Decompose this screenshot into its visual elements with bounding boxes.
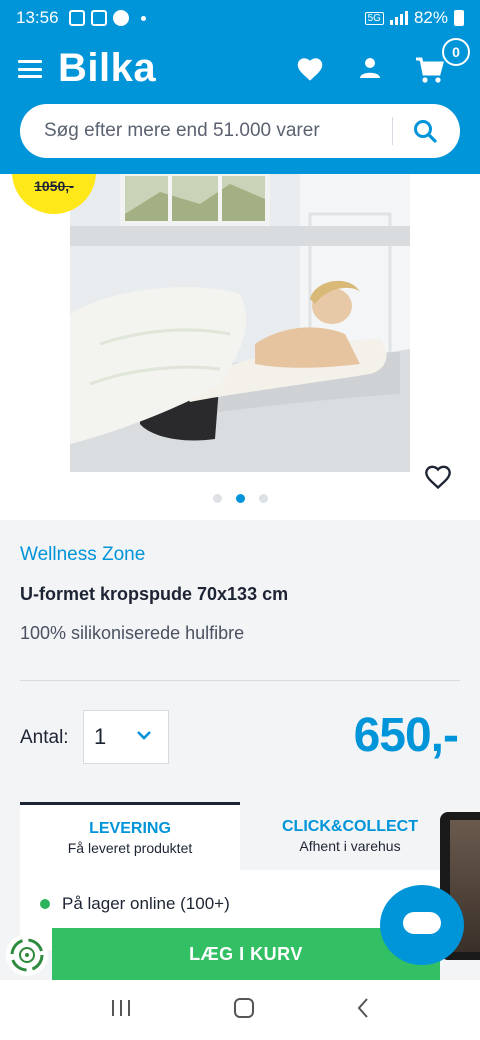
product-subtitle: 100% silikoniserede hulfibre bbox=[20, 623, 245, 643]
battery-icon bbox=[454, 10, 464, 26]
favorites-heart-icon[interactable] bbox=[296, 56, 324, 87]
product-image-gallery[interactable]: 1050,- bbox=[0, 174, 480, 520]
gallery-pagination-dots bbox=[0, 494, 480, 503]
search-input[interactable] bbox=[20, 120, 392, 142]
quantity-label: Antal: bbox=[20, 727, 69, 748]
recycle-badge-icon[interactable] bbox=[6, 934, 48, 976]
product-brand-link[interactable]: Wellness Zone bbox=[20, 544, 145, 566]
quantity-select[interactable]: 1 bbox=[83, 710, 169, 764]
status-time: 13:56 bbox=[16, 8, 59, 27]
gallery-notification-icon bbox=[68, 10, 85, 26]
back-icon[interactable] bbox=[356, 997, 370, 1024]
instagram-notification-icon bbox=[90, 10, 107, 26]
tab-label: LEVERING bbox=[89, 819, 171, 837]
chevron-down-icon bbox=[137, 731, 151, 740]
search-button[interactable] bbox=[393, 104, 457, 158]
tab-levering[interactable]: LEVERING Få leveret produktet bbox=[20, 802, 240, 870]
gallery-dot-active[interactable] bbox=[235, 494, 245, 503]
product-info: Wellness Zone U-formet kropspude 70x133 … bbox=[0, 520, 480, 1040]
user-account-icon[interactable] bbox=[358, 56, 382, 85]
battery-level: 82% bbox=[413, 8, 448, 27]
status-bar: 13:56 5G 82% bbox=[0, 0, 480, 36]
chat-button[interactable] bbox=[380, 885, 464, 965]
site-header: Bilka 0 bbox=[0, 36, 480, 174]
tab-label: CLICK&COLLECT bbox=[282, 818, 418, 835]
product-photo bbox=[70, 174, 410, 472]
tab-sublabel: Få leveret produktet bbox=[67, 839, 193, 856]
cart-count-badge[interactable]: 0 bbox=[442, 38, 470, 66]
shopping-cart-icon[interactable] bbox=[414, 56, 444, 89]
home-icon[interactable] bbox=[233, 997, 255, 1024]
product-price: 650,- bbox=[353, 709, 459, 762]
network-type: 5G bbox=[364, 11, 384, 25]
in-stock-dot-icon bbox=[40, 899, 50, 909]
gallery-dot[interactable] bbox=[258, 494, 268, 503]
tab-click-collect[interactable]: CLICK&COLLECT Afhent i varehus bbox=[240, 802, 460, 870]
quantity-value: 1 bbox=[94, 724, 107, 749]
stock-text: På lager online (100+) bbox=[62, 894, 230, 913]
system-nav-bar bbox=[0, 980, 480, 1040]
chat-bubble-icon bbox=[403, 912, 441, 934]
gallery-dot[interactable] bbox=[212, 494, 222, 503]
delivery-tabs: LEVERING Få leveret produktet CLICK&COLL… bbox=[20, 802, 460, 870]
signal-icon bbox=[389, 11, 408, 25]
recent-apps-icon[interactable] bbox=[110, 998, 132, 1023]
product-title: U-formet kropspude 70x133 cm bbox=[20, 584, 289, 604]
facebook-notification-icon bbox=[112, 10, 129, 26]
search-icon bbox=[414, 120, 437, 143]
add-to-favorites-heart-icon[interactable] bbox=[424, 464, 452, 495]
stock-status: På lager online (100+) bbox=[40, 894, 230, 914]
menu-icon[interactable] bbox=[18, 60, 42, 78]
more-notifications-icon bbox=[140, 15, 146, 21]
bilka-logo[interactable]: Bilka bbox=[58, 46, 156, 91]
tab-sublabel: Afhent i varehus bbox=[299, 838, 401, 854]
divider bbox=[20, 680, 460, 681]
search-bar bbox=[20, 104, 460, 158]
